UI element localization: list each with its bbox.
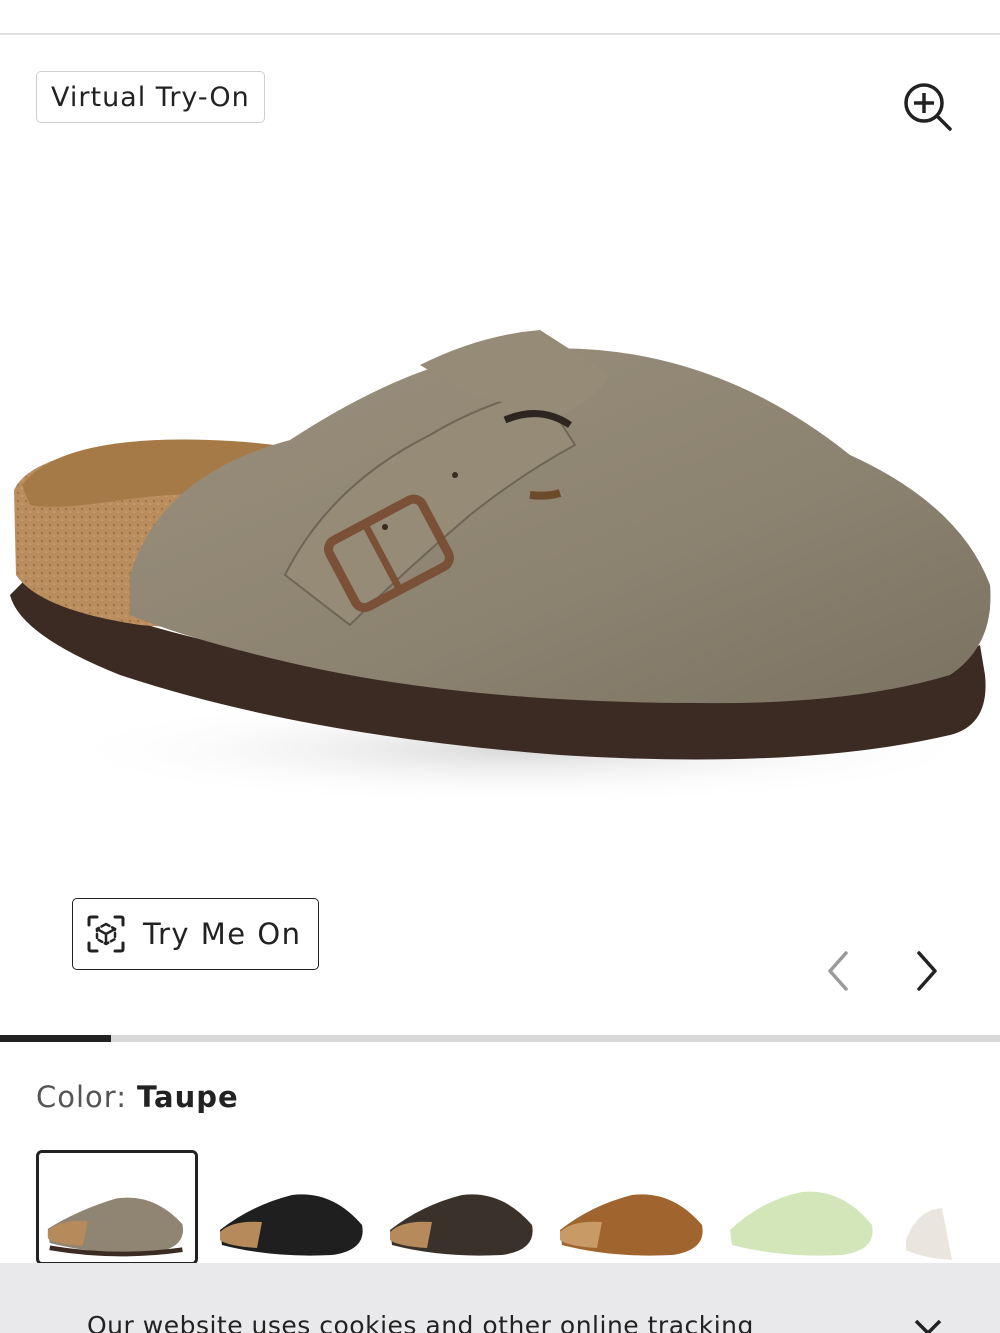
gallery-progress-bar (0, 1035, 1000, 1042)
swatch-faded-lime[interactable] (722, 1150, 884, 1265)
cookie-text: Our website uses cookies and other onlin… (87, 1311, 754, 1333)
swatch-black[interactable] (212, 1150, 374, 1265)
cookie-banner: Our website uses cookies and other onlin… (0, 1263, 1000, 1333)
virtual-tryon-button[interactable]: Virtual Try-On (36, 71, 265, 123)
swatch-taupe[interactable] (36, 1150, 198, 1265)
swatch-image (892, 1150, 1000, 1265)
swatch-image (722, 1150, 884, 1265)
swatch-image (212, 1150, 374, 1265)
swatch-image (40, 1153, 194, 1262)
gallery-progress-fill (0, 1035, 112, 1042)
color-value: Taupe (136, 1080, 239, 1114)
product-image-gallery[interactable]: Virtual Try-On Try Me On (0, 35, 1000, 1035)
virtual-tryon-label: Virtual Try-On (51, 81, 250, 113)
color-label: Color: (36, 1080, 127, 1114)
color-swatch-list (36, 1150, 1000, 1265)
swatch-image (382, 1150, 544, 1265)
chevron-right-icon[interactable] (907, 943, 947, 999)
swatch-mocha[interactable] (382, 1150, 544, 1265)
swatch-white[interactable] (892, 1150, 1000, 1265)
zoom-in-icon[interactable] (900, 79, 956, 135)
swatch-mink[interactable] (552, 1150, 714, 1265)
close-icon[interactable] (910, 1315, 946, 1333)
try-me-on-button[interactable]: Try Me On (72, 898, 319, 970)
color-selector-label: Color: Taupe (36, 1080, 239, 1115)
chevron-left-icon[interactable] (818, 943, 858, 999)
try-me-on-label: Try Me On (143, 917, 302, 951)
swatch-image (552, 1150, 714, 1265)
product-image (10, 330, 991, 805)
ar-scan-icon (87, 915, 125, 953)
